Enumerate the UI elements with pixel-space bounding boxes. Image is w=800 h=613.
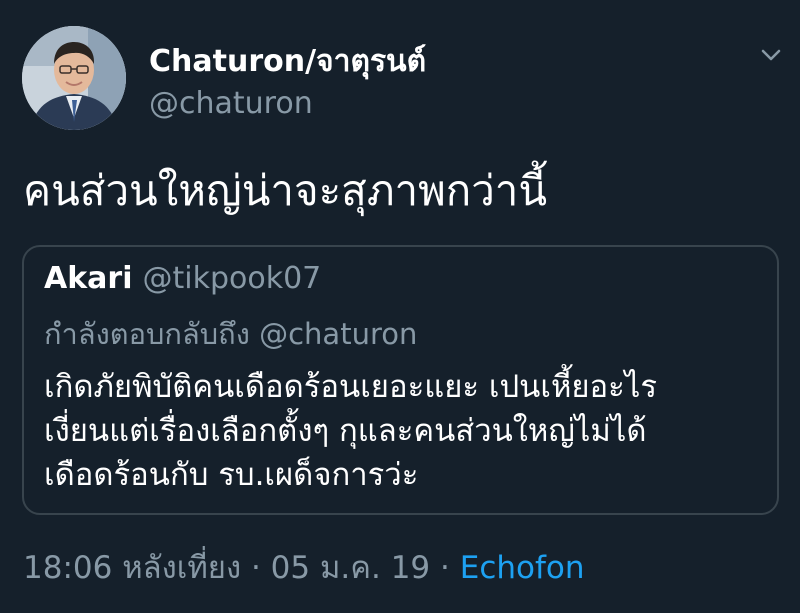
- tweet-meta: 18:06 หลังเที่ยง · 05 ม.ค. 19 · Echofon: [23, 542, 585, 592]
- author-display-name[interactable]: Chaturon/จาตุรนต์: [149, 38, 426, 85]
- tweet-date[interactable]: 05 ม.ค. 19: [271, 550, 430, 586]
- tweet-source-link[interactable]: Echofon: [460, 550, 585, 586]
- tweet-text: คนส่วนใหญ่น่าจะสุภาพกว่านี้: [23, 166, 548, 215]
- reply-context: กำลังตอบกลับถึง @chaturon: [44, 317, 418, 351]
- quoted-text-line: เงี่ยนแต่เรื่องเลือกตั้งๆ กุและคนส่วนใหญ…: [44, 413, 647, 449]
- tweet: Chaturon/จาตุรนต์ @chaturon คนส่วนใหญ่น่…: [0, 0, 800, 613]
- quoted-text-line: เดือดร้อนกับ รบ.เผด็จการว่ะ: [44, 457, 419, 493]
- author-handle[interactable]: @chaturon: [149, 86, 313, 121]
- tweet-time[interactable]: 18:06 หลังเที่ยง: [23, 550, 241, 586]
- avatar[interactable]: [22, 26, 126, 130]
- separator-dot: ·: [250, 550, 261, 586]
- chevron-down-icon[interactable]: [758, 42, 784, 68]
- quoted-author-name: Akari: [44, 261, 133, 296]
- quoted-author-handle: @tikpook07: [142, 261, 322, 296]
- quoted-tweet-text: เกิดภัยพิบัติคนเดือดร้อนเยอะแยะ เปนเหี้ย…: [44, 365, 657, 497]
- quoted-text-line: เกิดภัยพิบัติคนเดือดร้อนเยอะแยะ เปนเหี้ย…: [44, 369, 658, 405]
- quoted-tweet-header: Akari @tikpook07: [44, 261, 321, 296]
- quoted-tweet-card[interactable]: Akari @tikpook07 กำลังตอบกลับถึง @chaturo…: [22, 245, 779, 515]
- separator-dot: ·: [440, 550, 450, 586]
